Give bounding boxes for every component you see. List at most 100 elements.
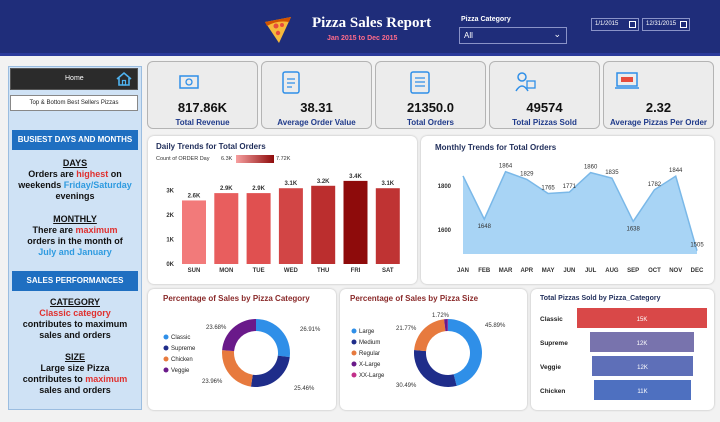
slice-data-label: 23.68% [206,325,227,331]
order-list-icon [408,69,432,100]
bar-sat [375,188,400,264]
x-tick-label: SAT [382,268,394,274]
category-bar-chart: Classic 15K Supreme 12K Veggie 12K Chicken 11K [540,308,707,400]
kpi-card-orders: 21350.0 Total Orders [375,61,486,129]
kpi-label: Total Revenue [175,118,230,127]
legend-dot [163,367,169,373]
category-dropdown-value: All [464,31,473,40]
legend-label: XX-Large [359,373,385,379]
kpi-card-avg-pizzas: 2.32 Average Pizzas Per Order [603,61,714,129]
bar-mon [214,193,239,264]
clipboard-icon [280,69,302,100]
laptop-icon [614,70,640,97]
monthly-chart: 1600 1800 JAN 1648 FEB 1864 MAR 1829 APR 1765 MAY 1… [438,164,705,274]
monthly-line-1: There are maximum [32,225,118,235]
pizza-logo-icon [262,14,294,46]
legend-label: Chicken [171,357,193,363]
daily-chart: 0K 1K 2K 3K 2.6K SUN 2.9K MON 2.9K TUE 3.1K WED 3.2K… [166,174,400,274]
slice-data-label: 26.91% [300,327,321,333]
x-tick-label: MAR [499,268,513,274]
bar-sun [182,200,206,264]
page-title: Pizza Sales Report [312,15,432,31]
monthly-heading: MONTHLY [53,214,97,224]
bar-data-label: 11K [637,389,647,395]
legend-label: Supreme [171,346,196,352]
category-line-3: sales and orders [39,330,111,340]
bar-data-label: 2.6K [188,193,201,199]
x-tick-label: FRI [351,268,361,274]
home-button[interactable]: Home [10,68,138,90]
legend-label: Regular [359,351,380,357]
legend-label: Medium [359,340,380,346]
bar-data-label: 3.4K [349,174,362,180]
kpi-label: Total Orders [407,118,454,127]
slice-data-label: 45.89% [485,323,506,329]
point-data-label: 1844 [669,168,683,174]
x-tick-label: DEC [691,268,704,274]
calendar-icon[interactable] [680,21,687,28]
legend-dot [351,350,357,356]
point-data-label: 1860 [584,165,598,171]
slice-medium [414,350,457,387]
date-to-input[interactable]: 12/31/2015 [642,18,690,31]
date-to-value: 12/31/2015 [646,21,677,27]
point-data-label: 1771 [563,184,577,190]
slice-classic [256,319,290,358]
days-line-2: weekends Friday/Saturday [18,180,132,190]
bar-data-label: 2.9K [252,186,265,192]
chevron-down-icon: ⌄ [553,29,561,39]
legend-label: Large [359,329,375,335]
x-tick-label: MAY [542,268,555,274]
point-data-label: 1864 [499,164,513,170]
kpi-label: Average Pizzas Per Order [609,118,708,127]
x-tick-label: MON [219,268,233,274]
point-data-label: 1782 [648,182,662,188]
category-filter-label: Pizza Category [461,16,511,23]
point-data-label: 1835 [605,170,619,176]
bar-category-label: Chicken [540,388,565,395]
header-bar: Pizza Sales Report Jan 2015 to Dec 2015 … [0,0,720,56]
calendar-icon[interactable] [629,21,636,28]
point-data-label: 1648 [478,224,492,230]
bar-data-label: 3.1K [381,181,394,187]
x-tick-label: JAN [457,268,469,274]
kpi-label: Total Pizzas Sold [512,118,577,127]
legend-dot [163,356,169,362]
bar-category-label: Supreme [540,340,568,347]
days-heading: DAYS [62,158,88,168]
slice-data-label: 30.49% [396,383,417,389]
y-tick-label: 2K [166,213,174,219]
bar-thu [311,185,336,264]
days-line-3: evenings [55,191,95,201]
bar-data-label: 3.1K [285,181,298,187]
y-tick-label: 3K [166,189,174,195]
top-bottom-sellers-button[interactable]: Top & Bottom Best Sellers Pizzas [10,95,138,111]
legend-label: Classic [171,335,190,341]
home-label: Home [65,75,84,82]
bar-data-label: 12K [637,365,648,371]
category-dropdown[interactable]: All ⌄ [459,27,567,44]
slice-veggie [222,319,256,352]
point-data-label: 1765 [541,186,555,192]
date-from-input[interactable]: 1/1/2015 [591,18,639,31]
legend-dot [351,328,357,334]
date-from-value: 1/1/2015 [595,21,619,27]
point-data-label: 1505 [690,243,704,249]
size-pie-chart: 45.89% 30.49% 21.77% 1.72% Large Medium Regula… [351,313,506,389]
bar-category-label: Veggie [540,364,561,371]
category-heading: CATEGORY [49,297,100,307]
kpi-card-revenue: 817.86K Total Revenue [147,61,258,129]
legend-dot [163,345,169,351]
days-line-1: Orders are highest on [28,169,122,179]
performance-section-title: SALES PERFORMANCES [12,271,138,291]
bar-fri [343,180,368,264]
y-tick-label: 1800 [438,184,452,190]
bar-data-label: 12K [637,341,648,347]
x-tick-label: SEP [627,268,639,274]
x-tick-label: WED [284,268,299,274]
category-line-2: contributes to maximum [22,319,128,329]
x-tick-label: APR [520,268,533,274]
x-tick-label: FEB [478,268,491,274]
slice-data-label: 23.96% [202,379,223,385]
legend-dot [351,361,357,367]
